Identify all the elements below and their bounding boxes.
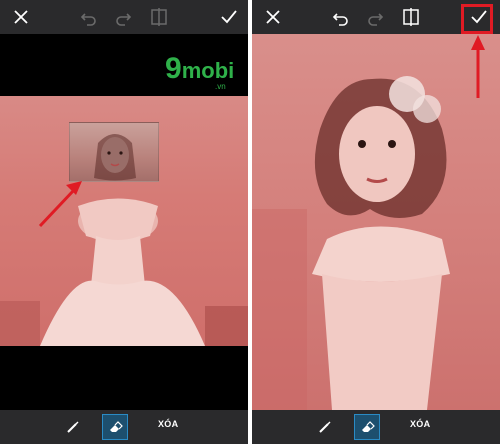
undo-icon[interactable] xyxy=(330,6,352,28)
brush-icon xyxy=(67,421,79,433)
annotation-highlight-check xyxy=(461,4,493,34)
result-illustration xyxy=(252,76,450,410)
compare-icon[interactable] xyxy=(148,6,170,28)
pasted-face-layer[interactable] xyxy=(69,122,159,182)
compare-icon[interactable] xyxy=(400,6,422,28)
left-screen: 9 mobi .vn XÓA xyxy=(0,0,248,444)
undo-icon[interactable] xyxy=(78,6,100,28)
redo-icon[interactable] xyxy=(364,6,386,28)
brush-tool-button[interactable] xyxy=(312,414,338,440)
eraser-tool-button[interactable] xyxy=(102,414,128,440)
eraser-tool-button[interactable] xyxy=(354,414,380,440)
redo-icon[interactable] xyxy=(112,6,134,28)
eraser-icon xyxy=(110,421,123,432)
brush-tool-button[interactable] xyxy=(60,414,86,440)
close-icon[interactable] xyxy=(262,6,284,28)
brush-icon xyxy=(319,421,331,433)
result-photo[interactable] xyxy=(252,34,500,410)
clear-button[interactable]: XÓA xyxy=(158,419,178,429)
watermark-logo: 9 mobi .vn xyxy=(165,52,235,92)
clear-button[interactable]: XÓA xyxy=(410,419,430,429)
watermark-mobi: mobi xyxy=(181,58,235,83)
close-icon[interactable] xyxy=(10,6,32,28)
bottom-toolbar: XÓA xyxy=(252,410,500,444)
watermark-domain: .vn xyxy=(215,82,226,91)
right-screen: XÓA xyxy=(252,0,500,444)
check-icon[interactable] xyxy=(218,6,240,28)
watermark-nine: 9 xyxy=(165,52,182,85)
bottom-toolbar: XÓA xyxy=(0,410,248,444)
face-illustration xyxy=(94,134,136,181)
top-toolbar xyxy=(0,0,248,34)
eraser-icon xyxy=(362,421,375,432)
screenshot-root: 9 mobi .vn XÓA XÓA xyxy=(0,0,500,444)
